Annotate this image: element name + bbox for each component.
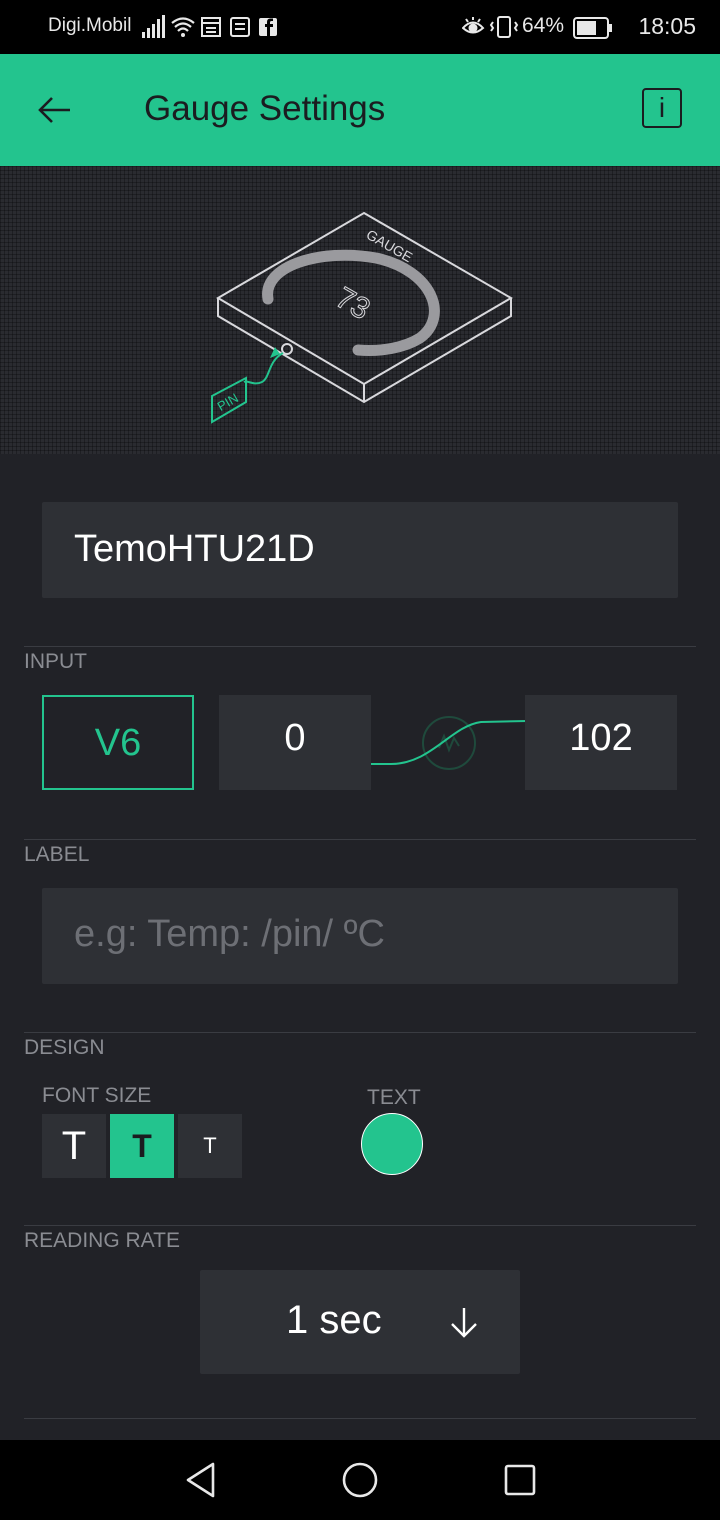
gauge-value: 73 bbox=[330, 281, 375, 326]
reading-rate-section-label: READING RATE bbox=[24, 1229, 180, 1252]
nav-home-icon[interactable] bbox=[340, 1460, 380, 1500]
min-value-field[interactable]: 0 bbox=[219, 695, 371, 790]
status-icons-right bbox=[462, 16, 519, 38]
clock: 18:05 bbox=[638, 13, 696, 39]
text-color-swatch[interactable] bbox=[361, 1113, 423, 1175]
section-divider bbox=[24, 1418, 696, 1419]
section-divider bbox=[24, 1225, 696, 1226]
calendar-icon bbox=[201, 17, 221, 37]
news-icon bbox=[230, 17, 250, 37]
system-nav-bar bbox=[0, 1440, 720, 1520]
label-placeholder: e.g: Temp: /pin/ ºC bbox=[74, 913, 385, 955]
arrow-down-icon bbox=[451, 1308, 477, 1338]
font-size-large-button[interactable]: T bbox=[42, 1114, 106, 1178]
reading-rate-dropdown[interactable]: 1 sec bbox=[200, 1270, 520, 1374]
gauge-illustration: GAUGE 73 PIN bbox=[211, 211, 513, 424]
nav-back-icon[interactable] bbox=[183, 1460, 219, 1500]
label-input[interactable]: e.g: Temp: /pin/ ºC bbox=[42, 888, 678, 984]
signal-icon bbox=[142, 15, 165, 38]
facebook-icon bbox=[259, 18, 277, 36]
wifi-icon bbox=[171, 17, 195, 37]
battery-icon bbox=[573, 17, 612, 39]
font-size-small-button[interactable]: T bbox=[178, 1114, 242, 1178]
carrier-name: Digi.Mobil bbox=[48, 15, 132, 36]
design-section-label: DESIGN bbox=[24, 1036, 105, 1059]
battery-percent: 64% bbox=[522, 14, 565, 37]
status-icons-left bbox=[142, 15, 277, 38]
nav-recents-icon[interactable] bbox=[502, 1460, 538, 1500]
input-section-label: INPUT bbox=[24, 650, 87, 673]
eye-comfort-icon bbox=[462, 17, 485, 34]
info-button[interactable]: i bbox=[642, 88, 682, 128]
range-mapping-icon bbox=[371, 716, 527, 770]
widget-name-field[interactable]: TemoHTU21D bbox=[42, 502, 678, 598]
vibrate-icon bbox=[489, 16, 519, 38]
reading-rate-value: 1 sec bbox=[286, 1298, 382, 1342]
page-title: Gauge Settings bbox=[144, 89, 386, 128]
section-divider bbox=[24, 646, 696, 647]
pin-label: PIN bbox=[215, 390, 241, 414]
text-color-label: TEXT bbox=[367, 1086, 421, 1109]
status-bar: Digi.Mobil 64% 18:05 bbox=[0, 0, 720, 54]
section-divider bbox=[24, 839, 696, 840]
max-value-field[interactable]: 102 bbox=[525, 695, 677, 790]
section-divider bbox=[24, 1032, 696, 1033]
label-section-label: LABEL bbox=[24, 843, 90, 866]
pin-select-button[interactable]: V6 bbox=[42, 695, 194, 790]
app-bar: Gauge Settings i bbox=[0, 54, 720, 166]
font-size-label: FONT SIZE bbox=[42, 1084, 152, 1107]
widget-name-value: TemoHTU21D bbox=[74, 528, 315, 570]
widget-illustration: GAUGE 73 PIN bbox=[0, 166, 720, 454]
font-size-medium-button[interactable]: T bbox=[110, 1114, 174, 1178]
back-arrow-icon[interactable] bbox=[30, 84, 82, 136]
